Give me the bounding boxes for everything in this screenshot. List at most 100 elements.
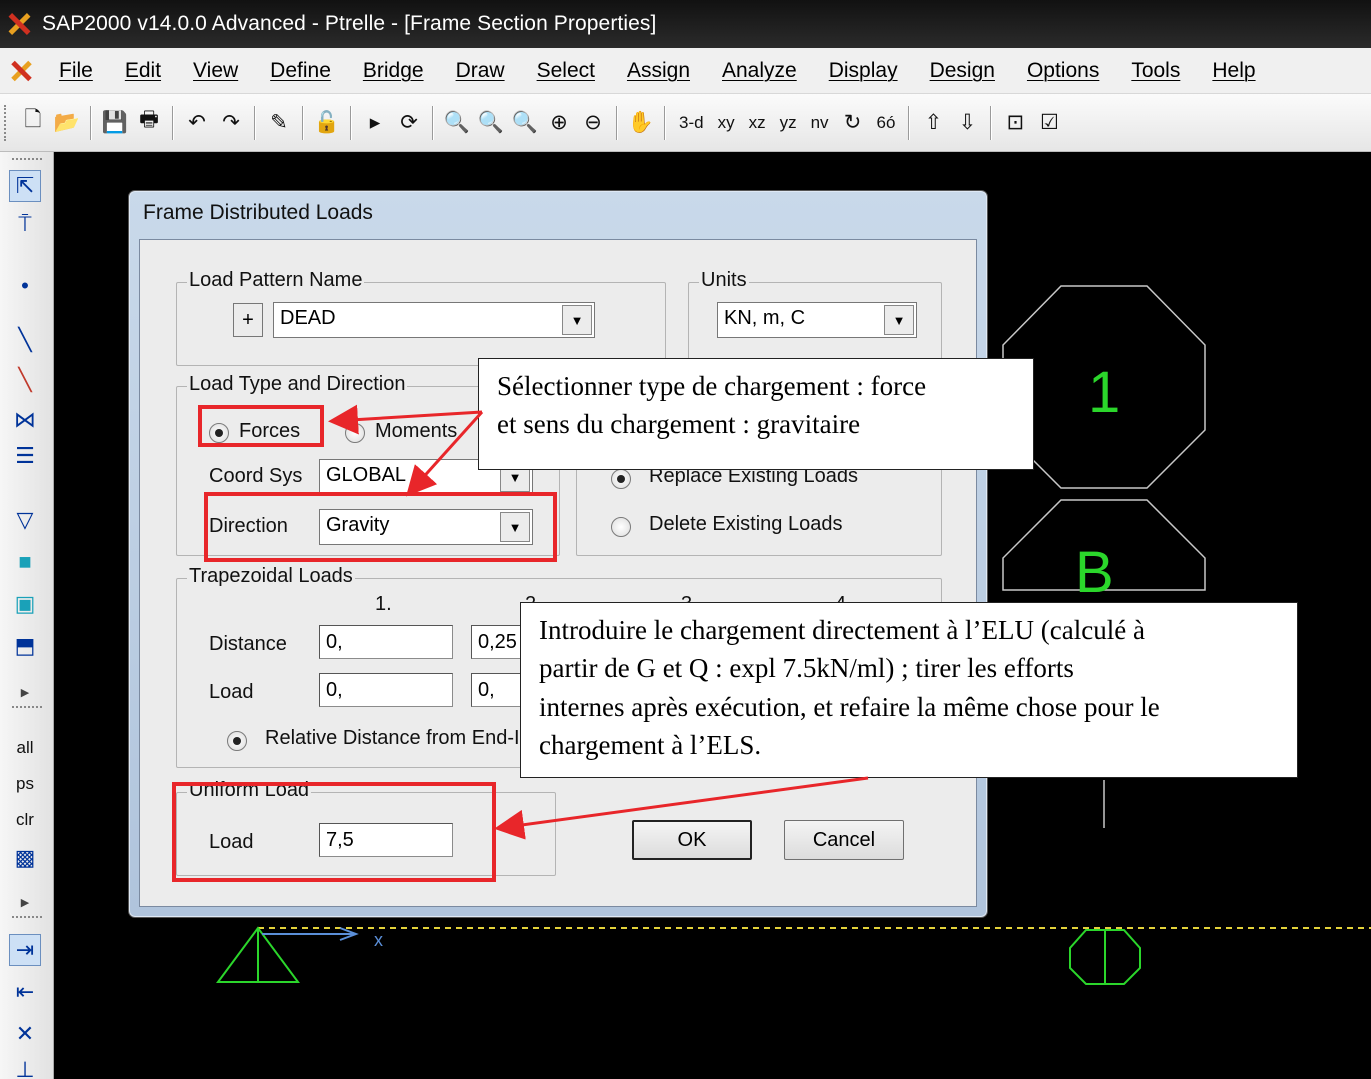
menu-tools[interactable]: Tools [1118,59,1199,83]
zoom-previous-icon[interactable]: 🔍 [510,106,540,140]
pencil-icon[interactable]: ✎ [264,106,294,140]
new-file-icon[interactable]: 🗋 [18,106,48,140]
expand-toolbar-icon[interactable]: ▶ [9,886,41,918]
units-select[interactable]: KN, m, C ▼ [717,302,917,338]
redo-icon[interactable]: ↷ [216,106,246,140]
callout-2-line-3: internes après exécution, et refaire la … [539,691,1160,722]
zoom-window-icon[interactable]: 🔍 [442,106,472,140]
toolbar-separator [302,105,304,140]
add-load-pattern-button[interactable]: + [233,303,263,337]
snap-to-perpendicular-icon[interactable]: ⊥ [9,1054,41,1079]
menu-draw[interactable]: Draw [443,59,524,83]
menu-options[interactable]: Options [1014,59,1118,83]
perspective-toggle-button[interactable]: 6ó [870,113,903,133]
pointer-icon[interactable]: ⇱ [9,170,41,202]
menu-assign[interactable]: Assign [614,59,709,83]
expand-toolbar-icon[interactable]: ▶ [9,676,41,708]
menu-help[interactable]: Help [1199,59,1274,83]
load-pattern-select[interactable]: DEAD ▼ [273,302,595,338]
toolbar-grip[interactable] [12,706,42,709]
save-icon[interactable]: 💾 [100,106,130,140]
callout-2-line-2: partir de G et Q : expl 7.5kN/ml) ; tire… [539,653,1074,684]
moments-radio[interactable] [345,423,365,443]
rotate-view-icon[interactable]: ↻ [838,106,868,140]
rotate-3d-icon[interactable]: ⟳ [394,106,424,140]
move-up-icon[interactable]: ⇧ [918,106,948,140]
intersecting-line-select-icon[interactable]: ▩ [9,842,41,874]
toolbar-grip[interactable] [12,158,42,161]
draw-rect-area-icon[interactable]: ■ [9,546,41,578]
menu-edit[interactable]: Edit [112,59,180,83]
view-xz-button[interactable]: xz [742,113,773,133]
draw-joint-icon[interactable]: • [9,270,41,302]
zoom-out-icon[interactable]: ⊖ [578,106,608,140]
menu-bridge[interactable]: Bridge [350,59,443,83]
load-pattern-group: Load Pattern Name + DEAD ▼ [176,269,666,366]
clear-selection-button[interactable]: clr [9,804,41,836]
quick-draw-braces-icon[interactable]: ⋈ [9,404,41,436]
toolbar-separator [664,105,666,140]
select-all-button[interactable]: all [9,732,41,764]
draw-frame-icon[interactable]: ╲ [9,324,41,356]
highlight-uniform-load [172,782,496,882]
toolbar-grip[interactable] [12,916,42,919]
trap-load-1-input[interactable] [319,673,453,707]
quick-draw-area-icon[interactable]: ▣ [9,588,41,620]
replace-existing-radio[interactable] [611,469,631,489]
move-down-icon[interactable]: ⇩ [952,106,982,140]
snap-to-ends-icon[interactable]: ⇤ [9,976,41,1008]
previous-selection-button[interactable]: ps [9,768,41,800]
menu-bar: File Edit View Define Bridge Draw Select… [0,48,1371,94]
object-shrink-icon[interactable]: ⊡ [1000,106,1030,140]
run-analysis-icon[interactable]: ▸ [360,106,390,140]
sap2000-app-icon[interactable] [6,11,32,37]
reshaper-icon[interactable]: ⍑ [9,208,41,240]
menu-design[interactable]: Design [917,59,1014,83]
menu-define[interactable]: Define [257,59,350,83]
chevron-down-icon[interactable]: ▼ [562,305,592,335]
cancel-button[interactable]: Cancel [784,820,904,860]
trap-distance-1-input[interactable] [319,625,453,659]
title-bar: SAP2000 v14.0.0 Advanced - Ptrelle - [Fr… [0,0,1371,48]
highlight-forces [198,405,324,447]
local-axis-arrow: x [262,927,383,950]
menu-view[interactable]: View [180,59,257,83]
snap-to-points-icon[interactable]: ⇥ [9,934,41,966]
draw-link-icon[interactable]: ☰ [9,440,41,472]
print-icon[interactable]: 🖶 [134,106,164,140]
callout-2-line-4: chargement à l’ELS. [539,729,762,760]
toolbar-separator [350,105,352,140]
menu-display[interactable]: Display [816,59,917,83]
snap-to-intersections-icon[interactable]: ✕ [9,1018,41,1050]
menu-file[interactable]: File [46,59,112,83]
draw-poly-area-icon[interactable]: ▽ [9,504,41,536]
toolbar-grip[interactable] [4,104,8,141]
undo-icon[interactable]: ↶ [182,106,212,140]
view-yz-button[interactable]: yz [773,113,804,133]
draw-solid-icon[interactable]: ⬒ [9,630,41,662]
checkbox-toggle-icon[interactable]: ☑ [1034,106,1064,140]
ok-button[interactable]: OK [632,820,752,860]
delete-existing-radio[interactable] [611,517,631,537]
menu-analyze[interactable]: Analyze [709,59,816,83]
zoom-in-icon[interactable]: ⊕ [544,106,574,140]
relative-distance-radio[interactable] [227,731,247,751]
chevron-down-icon[interactable]: ▼ [884,305,914,335]
grid-label-1: 1 [1088,360,1120,425]
view-xy-button[interactable]: xy [711,113,742,133]
quick-draw-frame-icon[interactable]: ╲ [9,364,41,396]
dialog-title: Frame Distributed Loads [143,201,373,224]
callout-1-line-1: Sélectionner type de chargement : force [497,371,927,401]
view-nv-button[interactable]: nv [804,113,836,133]
menu-select[interactable]: Select [524,59,614,83]
roller-support [1069,929,1141,985]
open-folder-icon[interactable]: 📂 [52,106,82,140]
restore-view-icon[interactable]: 🔍 [476,106,506,140]
view-3d-button[interactable]: 3-d [672,113,711,133]
pan-hand-icon[interactable]: ✋ [626,106,656,140]
lock-icon[interactable]: 🔓 [312,106,342,140]
units-value: KN, m, C [724,307,806,329]
load-pattern-label: Load Pattern Name [187,269,365,292]
menu-app-icon[interactable] [10,60,32,82]
annotation-callout-load-type: Sélectionner type de chargement : force … [478,358,1034,470]
